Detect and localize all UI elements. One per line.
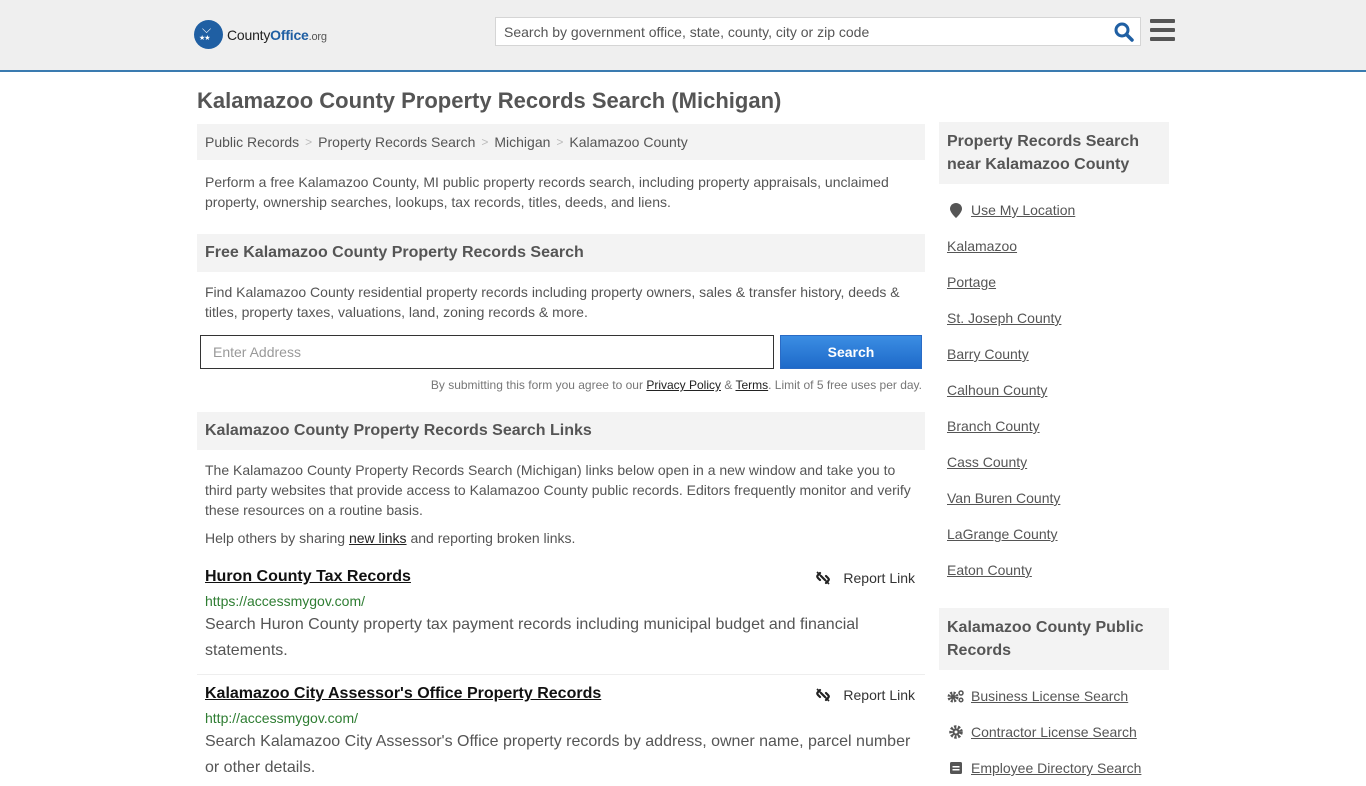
- nearby-item: Eaton County: [947, 552, 1169, 588]
- resource-link-item: Huron County Tax Records Report Link htt…: [197, 568, 925, 675]
- public-record-item: Business License Search: [947, 678, 1169, 714]
- breadcrumb-item[interactable]: Public Records: [205, 134, 299, 150]
- nearby-link[interactable]: Barry County: [947, 346, 1029, 362]
- gear-icon: [947, 725, 965, 739]
- breadcrumb-separator: >: [305, 135, 313, 149]
- address-input[interactable]: [200, 335, 774, 369]
- eagle-badge-icon: [194, 20, 223, 49]
- id-card-icon: [947, 761, 965, 775]
- nearby-item: Barry County: [947, 336, 1169, 372]
- nearby-item: Branch County: [947, 408, 1169, 444]
- links-description: The Kalamazoo County Property Records Se…: [205, 462, 911, 518]
- breadcrumb: Public Records > Property Records Search >…: [197, 124, 925, 160]
- form-disclaimer: By submitting this form you agree to our…: [430, 378, 922, 392]
- resource-link-item: Kalamazoo City Assessor's Office Propert…: [197, 685, 925, 781]
- nearby-item: Van Buren County: [947, 480, 1169, 516]
- nearby-link[interactable]: LaGrange County: [947, 526, 1058, 542]
- report-link-button[interactable]: Report Link: [815, 687, 915, 703]
- nearby-link[interactable]: St. Joseph County: [947, 310, 1061, 326]
- privacy-policy-link[interactable]: Privacy Policy: [646, 378, 721, 392]
- logo-text: CountyOffice.org: [227, 26, 327, 43]
- main-content: Public Records > Property Records Search >…: [197, 124, 925, 781]
- breadcrumb-current: Kalamazoo County: [569, 134, 688, 150]
- site-header: CountyOffice.org: [0, 0, 1366, 72]
- resource-url: https://accessmygov.com/: [205, 593, 366, 609]
- use-location-item: Use My Location: [947, 192, 1169, 228]
- map-pin-icon: [947, 202, 965, 218]
- broken-link-icon: [816, 571, 831, 585]
- help-text: Help others by sharing new links and rep…: [205, 530, 576, 546]
- nearby-item: Calhoun County: [947, 372, 1169, 408]
- free-search-heading: Free Kalamazoo County Property Records S…: [197, 234, 925, 272]
- resource-url: http://accessmygov.com/: [205, 710, 359, 726]
- nearby-item: Portage: [947, 264, 1169, 300]
- nearby-link[interactable]: Calhoun County: [947, 382, 1047, 398]
- links-section-heading: Kalamazoo County Property Records Search…: [197, 412, 925, 450]
- nearby-list: Use My Location Kalamazoo Portage St. Jo…: [939, 192, 1169, 588]
- site-logo[interactable]: CountyOffice.org: [194, 20, 327, 49]
- resource-description: Search Huron County property tax payment…: [205, 616, 859, 659]
- new-links-link[interactable]: new links: [349, 530, 407, 546]
- search-button[interactable]: Search: [780, 335, 922, 369]
- public-record-link[interactable]: Contractor License Search: [971, 724, 1137, 740]
- nearby-item: Kalamazoo: [947, 228, 1169, 264]
- public-records-heading: Kalamazoo County Public Records: [939, 608, 1169, 670]
- gears-icon: [947, 689, 965, 703]
- resource-link-title[interactable]: Kalamazoo City Assessor's Office Propert…: [205, 685, 601, 703]
- hamburger-menu-icon[interactable]: [1150, 19, 1175, 41]
- free-search-description: Find Kalamazoo County residential proper…: [205, 284, 900, 320]
- public-record-link[interactable]: Employee Directory Search: [971, 760, 1141, 776]
- site-search: [495, 17, 1141, 46]
- nearby-link[interactable]: Eaton County: [947, 562, 1032, 578]
- terms-link[interactable]: Terms: [735, 378, 768, 392]
- sidebar: Property Records Search near Kalamazoo C…: [939, 122, 1169, 786]
- nearby-item: St. Joseph County: [947, 300, 1169, 336]
- use-my-location-link[interactable]: Use My Location: [971, 202, 1075, 218]
- public-record-link[interactable]: Business License Search: [971, 688, 1128, 704]
- site-search-input[interactable]: [496, 18, 1096, 45]
- public-record-item: Employee Directory Search: [947, 750, 1169, 786]
- breadcrumb-separator: >: [556, 135, 564, 149]
- resource-link-title[interactable]: Huron County Tax Records: [205, 568, 411, 586]
- search-icon[interactable]: [1114, 22, 1134, 42]
- public-records-list: Business License Search Contractor Licen…: [939, 678, 1169, 786]
- nearby-link[interactable]: Portage: [947, 274, 996, 290]
- nearby-heading: Property Records Search near Kalamazoo C…: [939, 122, 1169, 184]
- address-search-form: Search: [197, 335, 925, 369]
- page-title: Kalamazoo County Property Records Search…: [197, 88, 782, 113]
- resource-description: Search Kalamazoo City Assessor's Office …: [205, 733, 911, 776]
- broken-link-icon: [816, 688, 831, 702]
- nearby-link[interactable]: Cass County: [947, 454, 1027, 470]
- nearby-item: LaGrange County: [947, 516, 1169, 552]
- nearby-item: Cass County: [947, 444, 1169, 480]
- breadcrumb-separator: >: [481, 135, 489, 149]
- nearby-link[interactable]: Branch County: [947, 418, 1040, 434]
- nearby-link[interactable]: Kalamazoo: [947, 238, 1017, 254]
- breadcrumb-item[interactable]: Property Records Search: [318, 134, 475, 150]
- report-link-button[interactable]: Report Link: [815, 570, 915, 586]
- intro-text: Perform a free Kalamazoo County, MI publ…: [205, 174, 889, 210]
- nearby-link[interactable]: Van Buren County: [947, 490, 1060, 506]
- breadcrumb-item[interactable]: Michigan: [494, 134, 550, 150]
- public-record-item: Contractor License Search: [947, 714, 1169, 750]
